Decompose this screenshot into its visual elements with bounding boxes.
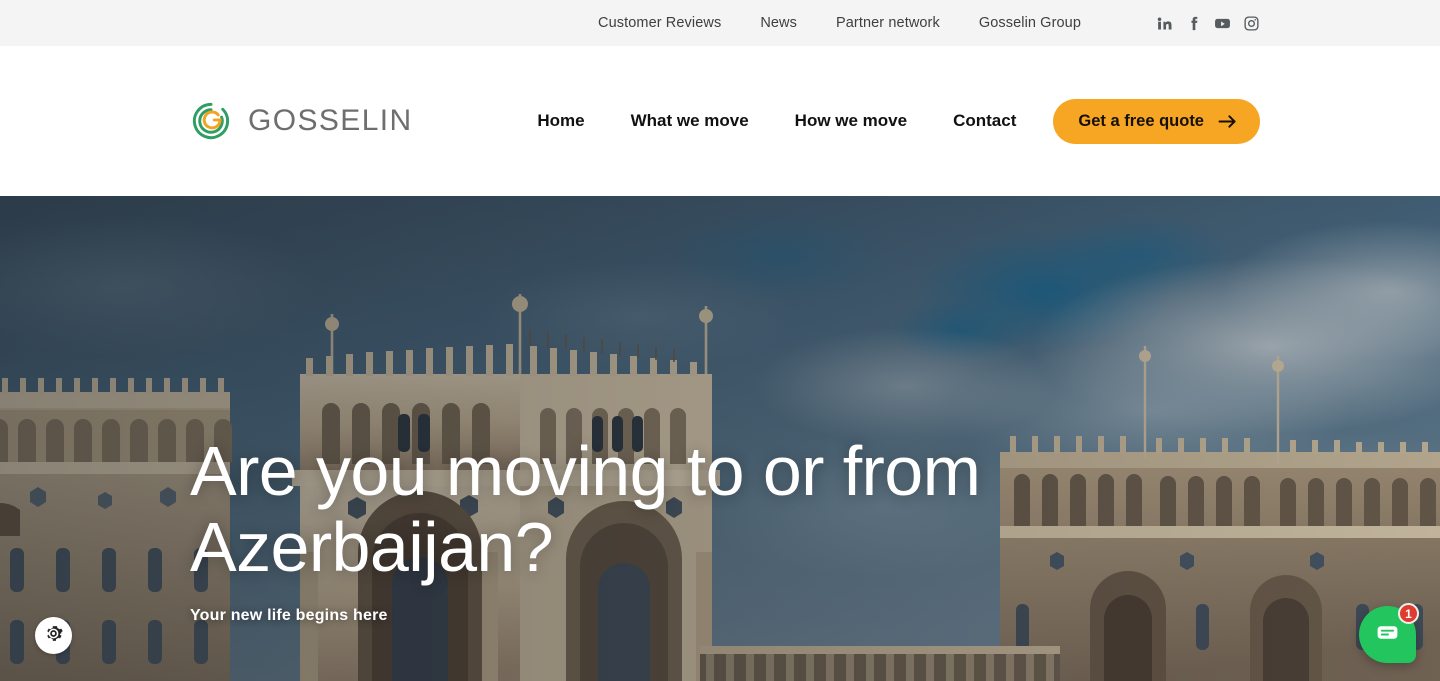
topbar-link-partner-network[interactable]: Partner network <box>836 15 940 31</box>
cookie-settings-button[interactable] <box>35 617 72 654</box>
brand-name: GOSSELIN <box>248 104 413 137</box>
site-header: GOSSELIN Home What we move How we move C… <box>0 46 1440 196</box>
hero-banner: Are you moving to or from Azerbaijan? Yo… <box>0 196 1440 681</box>
top-utility-links: Customer Reviews News Partner network Go… <box>598 15 1260 32</box>
instagram-icon[interactable] <box>1243 15 1260 32</box>
cta-label: Get a free quote <box>1078 111 1204 130</box>
chat-message-icon <box>1375 620 1400 650</box>
topbar-link-news[interactable]: News <box>760 15 797 31</box>
hero-content: Are you moving to or from Azerbaijan? Yo… <box>190 433 1090 625</box>
topbar-link-gosselin-group[interactable]: Gosselin Group <box>979 15 1081 31</box>
nav-item-home[interactable]: Home <box>514 111 607 131</box>
hero-subtitle: Your new life begins here <box>190 607 388 624</box>
linkedin-icon[interactable] <box>1156 15 1173 32</box>
chat-unread-badge: 1 <box>1398 603 1419 624</box>
arrow-right-icon <box>1218 114 1237 129</box>
hero-title: Are you moving to or from Azerbaijan? <box>190 432 981 586</box>
gear-icon <box>43 623 64 649</box>
nav-item-how-we-move[interactable]: How we move <box>772 111 930 131</box>
youtube-icon[interactable] <box>1214 15 1231 32</box>
get-a-free-quote-button[interactable]: Get a free quote <box>1053 98 1260 144</box>
chat-widget[interactable]: 1 <box>1359 603 1419 663</box>
gosselin-spiral-logo-icon <box>190 100 232 142</box>
social-links <box>1156 15 1260 32</box>
nav-item-what-we-move[interactable]: What we move <box>608 111 772 131</box>
main-navigation: Home What we move How we move Contact Ge… <box>514 98 1260 144</box>
facebook-icon[interactable] <box>1185 15 1202 32</box>
brand-logo[interactable]: GOSSELIN <box>190 100 413 142</box>
top-utility-bar: Customer Reviews News Partner network Go… <box>0 0 1440 46</box>
topbar-link-customer-reviews[interactable]: Customer Reviews <box>598 15 721 31</box>
nav-item-contact[interactable]: Contact <box>930 111 1039 131</box>
